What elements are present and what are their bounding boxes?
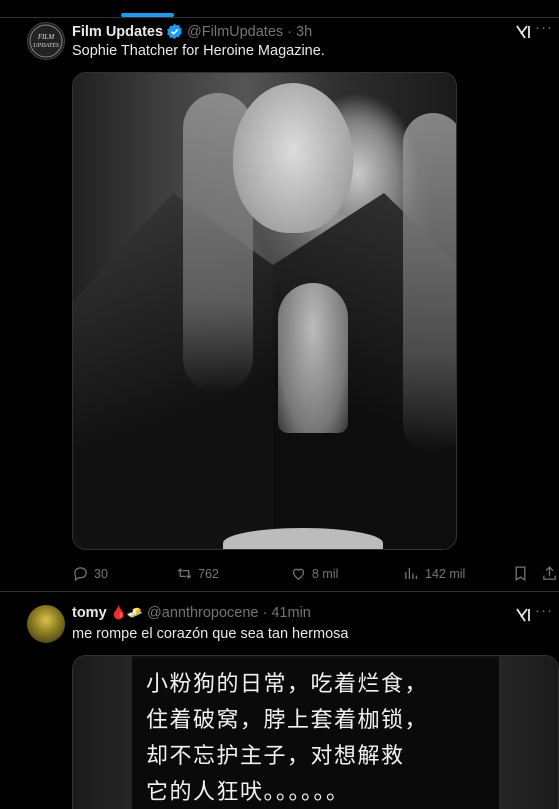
photo-shape — [223, 528, 383, 549]
retweet-count: 762 — [198, 566, 219, 581]
tweet-text: me rompe el corazón que sea tan hermosa — [72, 626, 349, 642]
media-text-line: 它的人狂吠。。。。。。 — [146, 780, 350, 805]
reply-button[interactable]: 30 — [72, 565, 108, 582]
bookmark-icon — [515, 566, 526, 582]
author-name[interactable]: Film Updates — [72, 24, 163, 40]
like-count: 8 mil — [312, 566, 339, 581]
views-count: 142 mil — [425, 566, 466, 581]
verified-badge-icon — [167, 23, 182, 40]
views-icon — [405, 567, 418, 580]
tweet-header: tomy 🩸🧈 @annthropocene · 41min — [72, 605, 311, 621]
author-name[interactable]: tomy — [72, 605, 107, 621]
photo-shape — [233, 83, 353, 233]
share-icon — [543, 566, 556, 580]
reply-icon — [74, 567, 87, 582]
share-button[interactable] — [541, 565, 558, 582]
bookmark-button[interactable] — [512, 565, 529, 582]
media-blur-right — [499, 656, 558, 809]
tweet-film-updates[interactable]: FILM UPDATES Film Updates @FilmUpdates ·… — [0, 18, 559, 592]
tweet-tomy[interactable]: tomy 🩸🧈 @annthropocene · 41min ··· me ro… — [0, 593, 559, 809]
grok-icon[interactable] — [515, 607, 531, 623]
tweet-media[interactable]: 小粉狗的日常，吃着烂食， 住着破窝，脖上套着枷锁， 却不忘护主子，对想解救 它的… — [72, 655, 559, 809]
photo-shape — [403, 113, 456, 453]
tweet-photo[interactable] — [72, 72, 457, 550]
media-image: 小粉狗的日常，吃着烂食， 住着破窝，脖上套着枷锁， 却不忘护主子，对想解救 它的… — [132, 658, 499, 809]
retweet-button[interactable]: 762 — [176, 565, 219, 582]
film-updates-logo: FILM UPDATES — [29, 24, 63, 58]
tweet-time[interactable]: · 3h — [287, 24, 312, 40]
media-blur-left — [73, 656, 132, 809]
name-emojis: 🩸🧈 — [110, 605, 144, 620]
author-handle[interactable]: @FilmUpdates — [187, 24, 283, 40]
views-button[interactable]: 142 mil — [403, 565, 465, 582]
like-icon — [292, 568, 305, 580]
svg-text:FILM: FILM — [37, 33, 56, 41]
avatar[interactable] — [27, 605, 65, 643]
like-button[interactable]: 8 mil — [290, 565, 338, 582]
svg-text:UPDATES: UPDATES — [33, 43, 59, 49]
media-text-line: 住着破窝，脖上套着枷锁， — [146, 708, 429, 733]
author-handle[interactable]: @annthropocene — [147, 605, 258, 621]
tweet-header: Film Updates @FilmUpdates · 3h — [72, 23, 312, 40]
avatar[interactable]: FILM UPDATES — [27, 22, 65, 60]
more-icon[interactable]: ··· — [535, 602, 553, 619]
more-icon[interactable]: ··· — [535, 19, 553, 36]
tweet-actions: 30 762 8 mil 142 mil — [72, 565, 559, 585]
tweet-time[interactable]: · 41min — [263, 605, 311, 621]
reply-count: 30 — [94, 566, 108, 581]
photo-shape — [278, 283, 348, 433]
tweet-text: Sophie Thatcher for Heroine Magazine. — [72, 43, 325, 59]
retweet-icon — [177, 568, 192, 579]
media-text-line: 却不忘护主子，对想解救 — [146, 744, 405, 769]
media-text-line: 小粉狗的日常，吃着烂食， — [146, 672, 429, 697]
grok-icon[interactable] — [515, 24, 531, 40]
